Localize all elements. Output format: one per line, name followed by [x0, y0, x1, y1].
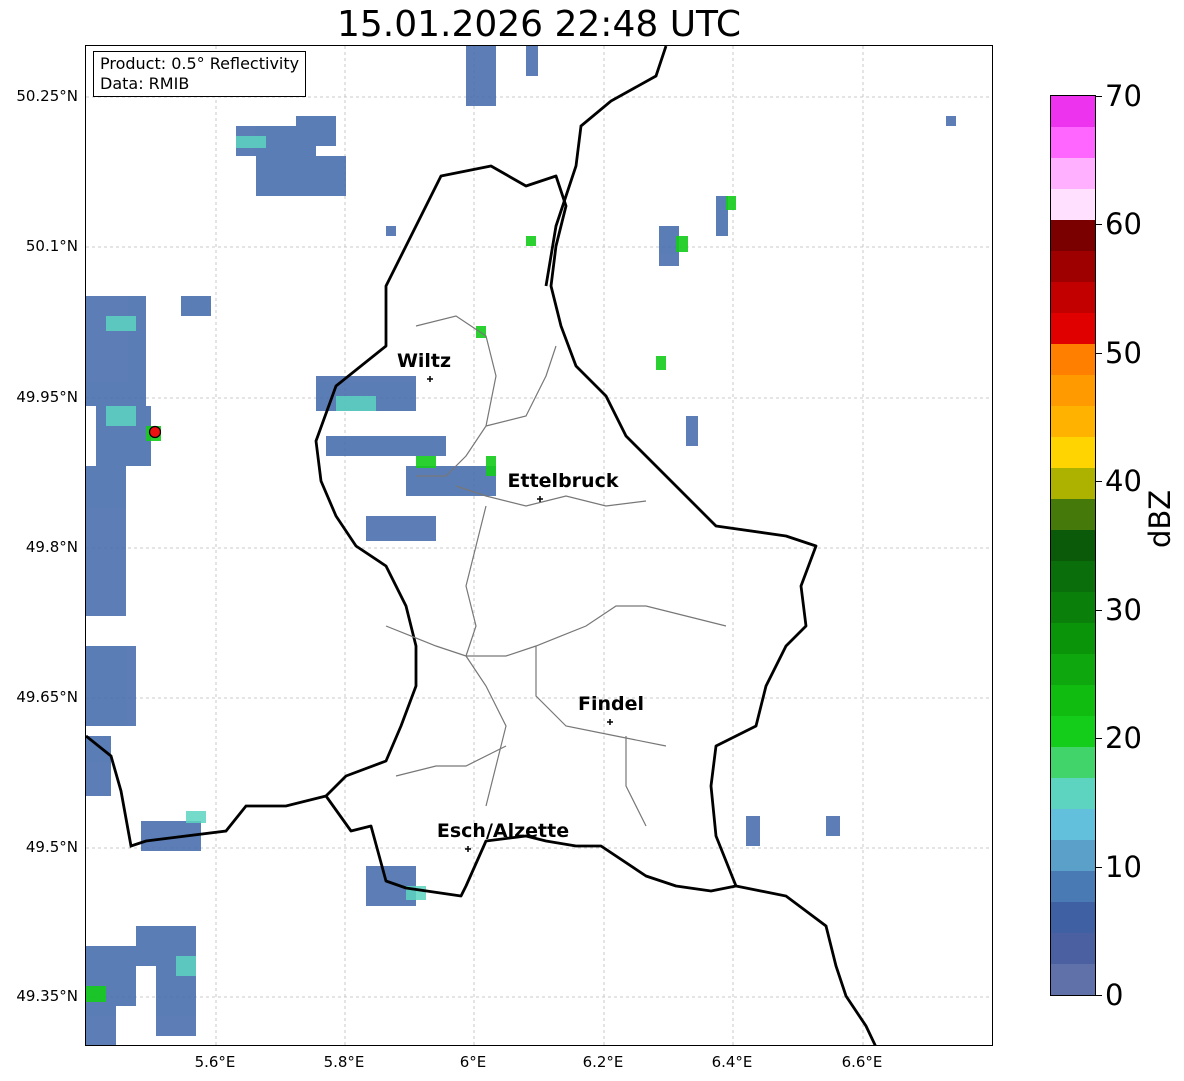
radar-site-marker	[148, 425, 162, 439]
colorbar-segment	[1051, 468, 1095, 499]
data-source-label: Data: RMIB	[100, 74, 190, 93]
colorbar-label: 30	[1105, 593, 1142, 627]
colorbar-segment	[1051, 499, 1095, 530]
colorbar-segment	[1051, 282, 1095, 313]
colorbar-segment	[1051, 561, 1095, 592]
colorbar-segment	[1051, 623, 1095, 654]
colorbar-label: 40	[1105, 464, 1142, 498]
city-markers	[427, 376, 613, 852]
colorbar-segment	[1051, 251, 1095, 282]
colorbar-segment	[1051, 96, 1095, 127]
colorbar-segment	[1051, 220, 1095, 251]
germany-border	[544, 46, 668, 287]
belgium-border	[86, 734, 327, 848]
lat-tick-label: 49.8°N	[25, 538, 78, 556]
colorbar-segment	[1051, 437, 1095, 468]
lon-tick-label: 5.8°E	[323, 1053, 365, 1071]
colorbar-segment	[1051, 840, 1095, 871]
colorbar	[1050, 95, 1096, 996]
colorbar-tick	[1096, 353, 1102, 354]
lat-tick-label: 49.35°N	[16, 987, 78, 1005]
colorbar-segment	[1051, 189, 1095, 220]
colorbar-label: 20	[1105, 721, 1142, 755]
colorbar-segment	[1051, 313, 1095, 344]
lon-tick-label: 5.6°E	[194, 1053, 236, 1071]
radar-map[interactable]	[85, 45, 993, 1046]
product-info-box: Product: 0.5° Reflectivity Data: RMIB	[93, 51, 307, 97]
france-germany-border	[735, 884, 877, 1045]
colorbar-segment	[1051, 592, 1095, 623]
colorbar-segment	[1051, 902, 1095, 933]
colorbar-tick	[1096, 481, 1102, 482]
colorbar-tick	[1096, 224, 1102, 225]
gridlines	[86, 46, 992, 1045]
colorbar-segment	[1051, 530, 1095, 561]
colorbar-segment	[1051, 685, 1095, 716]
lat-tick-label: 49.95°N	[16, 388, 78, 406]
colorbar-segment	[1051, 809, 1095, 840]
lat-tick-label: 49.5°N	[25, 838, 78, 856]
map-canvas	[86, 46, 992, 1045]
lon-tick-label: 6.6°E	[841, 1053, 883, 1071]
colorbar-tick	[1096, 738, 1102, 739]
city-label-wiltz: Wiltz	[396, 350, 452, 372]
colorbar-segment	[1051, 158, 1095, 189]
colorbar-label: 50	[1105, 336, 1142, 370]
colorbar-segment	[1051, 778, 1095, 809]
lat-tick-label: 50.1°N	[25, 237, 78, 255]
lon-tick-label: 6.4°E	[711, 1053, 753, 1071]
product-label: Product: 0.5° Reflectivity	[100, 54, 300, 73]
city-label-findel: Findel	[577, 693, 645, 715]
city-label-esch-alzette: Esch/Alzette	[436, 820, 570, 842]
colorbar-label: 10	[1105, 850, 1142, 884]
colorbar-segment	[1051, 375, 1095, 406]
radar-echoes	[86, 46, 956, 1045]
colorbar-unit-label: dBZ	[1143, 489, 1177, 548]
colorbar-tick	[1096, 867, 1102, 868]
colorbar-segment	[1051, 747, 1095, 778]
lat-tick-label: 50.25°N	[16, 87, 78, 105]
colorbar-tick	[1096, 995, 1102, 996]
canton-boundaries	[385, 315, 727, 827]
colorbar-segment	[1051, 127, 1095, 158]
colorbar-segment	[1051, 716, 1095, 747]
colorbar-segment	[1051, 654, 1095, 685]
city-label-ettelbruck: Ettelbruck	[507, 470, 619, 492]
lon-tick-label: 6.2°E	[582, 1053, 624, 1071]
lon-tick-label: 6°E	[459, 1053, 487, 1071]
colorbar-label: 70	[1105, 79, 1142, 113]
colorbar-tick	[1096, 610, 1102, 611]
colorbar-tick	[1096, 96, 1102, 97]
colorbar-segment	[1051, 406, 1095, 437]
colorbar-label: 0	[1105, 978, 1124, 1012]
colorbar-label: 60	[1105, 207, 1142, 241]
map-title: 15.01.2026 22:48 UTC	[336, 4, 742, 45]
colorbar-segment	[1051, 964, 1095, 995]
colorbar-segment	[1051, 344, 1095, 375]
colorbar-segment	[1051, 933, 1095, 964]
colorbar-segment	[1051, 871, 1095, 902]
lat-tick-label: 49.65°N	[16, 688, 78, 706]
